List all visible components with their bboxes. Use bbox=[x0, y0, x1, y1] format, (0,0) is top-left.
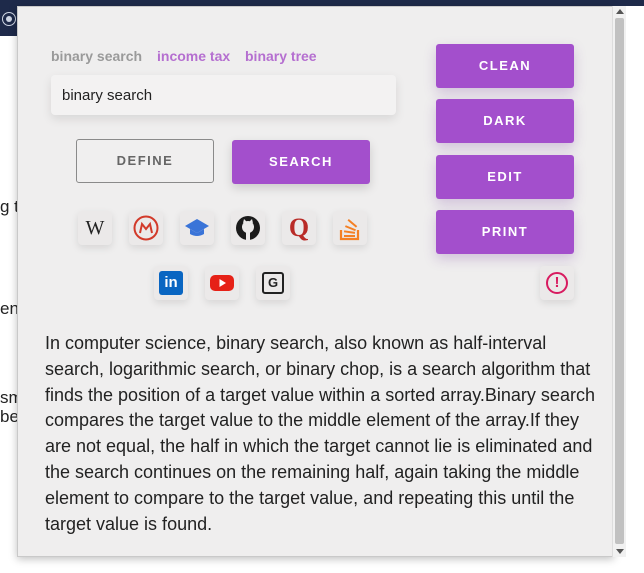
globe-icon bbox=[2, 12, 16, 26]
merriam-webster-icon bbox=[133, 215, 159, 241]
scholar-icon bbox=[185, 219, 209, 236]
stackoverflow-button[interactable] bbox=[333, 211, 367, 245]
scroll-up-icon[interactable] bbox=[616, 9, 624, 14]
github-button[interactable] bbox=[231, 211, 265, 245]
scroll-down-icon[interactable] bbox=[616, 549, 624, 554]
youtube-button[interactable] bbox=[205, 266, 239, 300]
edit-button[interactable]: EDIT bbox=[436, 155, 574, 199]
print-button[interactable]: PRINT bbox=[436, 210, 574, 254]
clean-button[interactable]: CLEAN bbox=[436, 44, 574, 88]
linkedin-icon: in bbox=[159, 271, 183, 295]
scrollbar[interactable] bbox=[612, 6, 626, 557]
quora-icon: Q bbox=[288, 213, 310, 242]
recent-search-income-tax[interactable]: income tax bbox=[157, 48, 230, 64]
google-translate-button[interactable]: G bbox=[256, 266, 290, 300]
recent-search-binary-search[interactable]: binary search bbox=[51, 48, 142, 64]
github-icon bbox=[236, 216, 260, 240]
report-issue-button[interactable]: ! bbox=[540, 266, 574, 300]
scholar-button[interactable] bbox=[180, 211, 214, 245]
google-translate-icon: G bbox=[262, 272, 284, 294]
quora-button[interactable]: Q bbox=[282, 211, 316, 245]
dark-button[interactable]: DARK bbox=[436, 99, 574, 143]
recent-search-binary-tree[interactable]: binary tree bbox=[245, 48, 317, 64]
search-button[interactable]: SEARCH bbox=[232, 140, 370, 184]
report-issue-icon: ! bbox=[546, 272, 568, 294]
dictionary-popup: binary search income tax binary tree DEF… bbox=[17, 6, 614, 557]
wikipedia-button[interactable]: W bbox=[78, 211, 112, 245]
define-button[interactable]: DEFINE bbox=[76, 139, 214, 183]
definition-text: In computer science, binary search, also… bbox=[45, 333, 595, 534]
scroll-thumb[interactable] bbox=[615, 18, 624, 544]
linkedin-button[interactable]: in bbox=[154, 266, 188, 300]
search-input[interactable] bbox=[51, 75, 396, 115]
youtube-icon bbox=[210, 275, 234, 291]
wikipedia-icon: W bbox=[85, 216, 105, 239]
stackoverflow-icon bbox=[339, 219, 360, 241]
merriam-webster-button[interactable] bbox=[129, 211, 163, 245]
